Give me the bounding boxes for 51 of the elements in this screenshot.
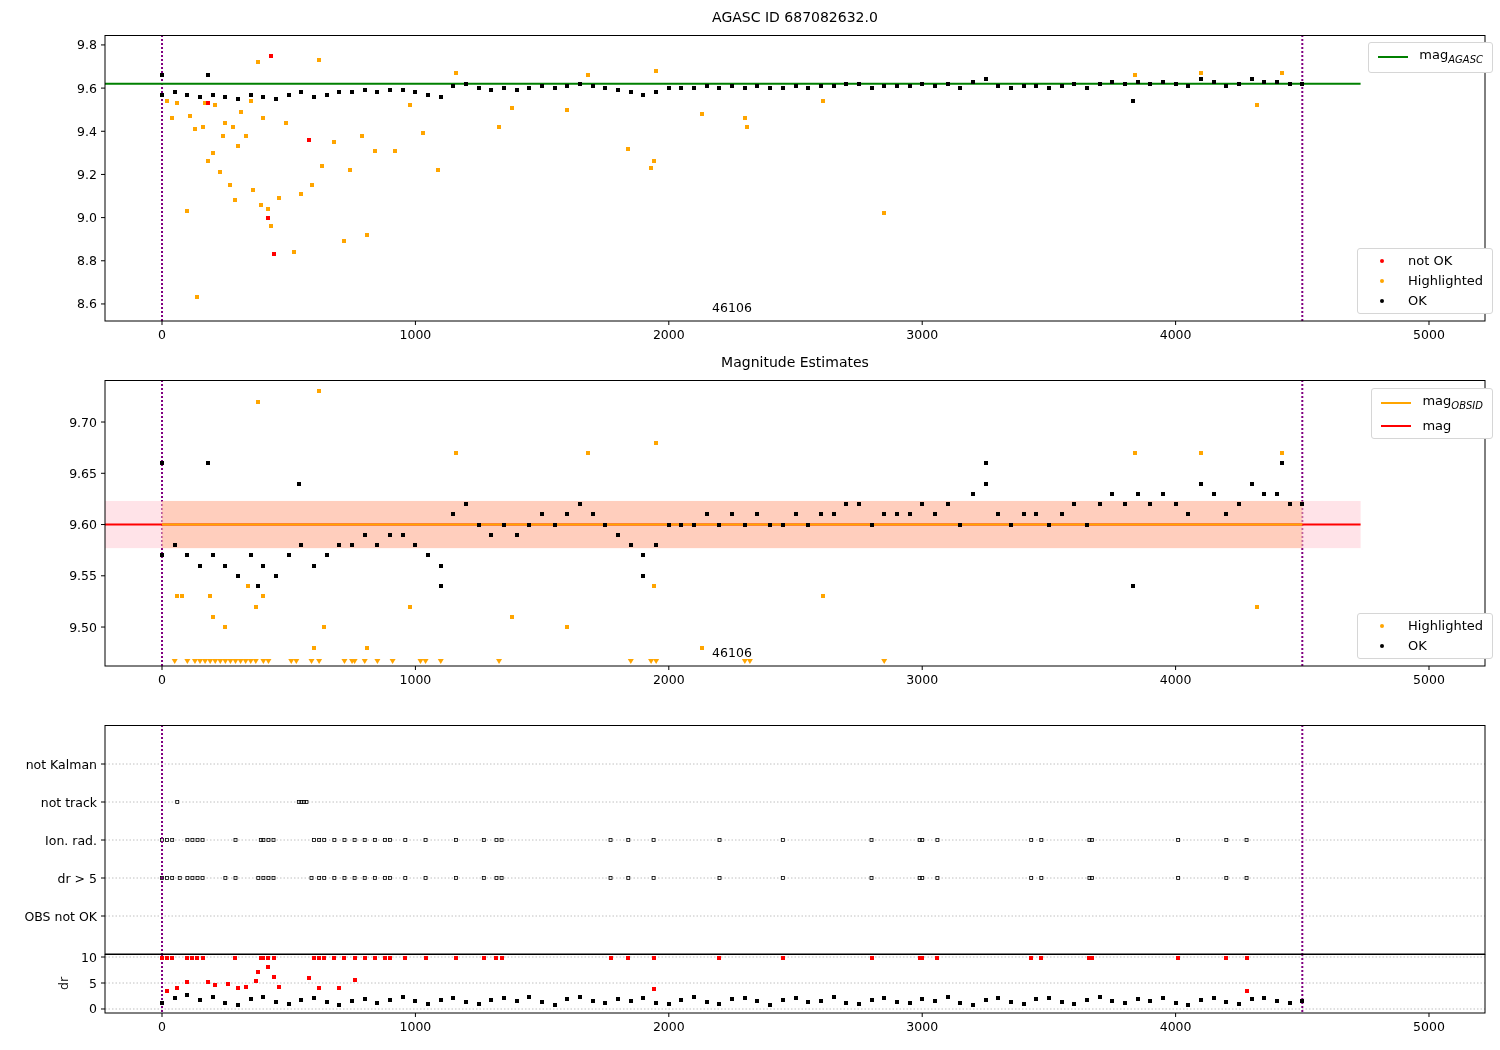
chart-title: AGASC ID 687082632.0: [712, 9, 878, 25]
tick-label: 9.8: [77, 37, 97, 53]
tick-label: 4000: [1159, 327, 1192, 342]
tick-label: 9.0: [77, 210, 97, 226]
tick-label: 9.65: [69, 465, 97, 481]
tick-label: 9.60: [69, 517, 97, 533]
tick-label: 9.4: [77, 123, 97, 139]
tick-label: 1000: [399, 327, 432, 342]
tick-label: 1000: [399, 1019, 432, 1034]
legend-label: not OK: [1408, 252, 1454, 270]
tick-label: 5: [89, 975, 97, 991]
annotation-label: 46106: [712, 300, 752, 315]
tick-label: 9.50: [69, 619, 97, 635]
tick-label: 0: [89, 1001, 97, 1017]
legend-label: mag$_{AGASC}$: [1419, 46, 1484, 67]
annotation-label: 46106: [712, 645, 752, 660]
legend-label: OK: [1408, 292, 1428, 310]
tick-label: 9.2: [77, 166, 97, 182]
row-label: Ion. rad.: [45, 832, 97, 848]
row-label: not Kalman: [25, 756, 97, 772]
tick-label: 0: [158, 1019, 166, 1034]
tick-label: 9.6: [77, 80, 97, 96]
tick-label: 5000: [1413, 672, 1445, 687]
legend-label: mag$_{OBSID}$: [1422, 392, 1484, 413]
tick-label: 5000: [1413, 1019, 1445, 1034]
tick-label: 1000: [399, 672, 432, 687]
tick-label: 2000: [652, 327, 685, 342]
tick-label: 2000: [652, 1019, 685, 1034]
tick-label: 9.55: [69, 568, 97, 584]
tick-label: 8.6: [77, 296, 97, 312]
legend-label: Highlighted: [1408, 617, 1484, 635]
tick-label: 0: [158, 327, 166, 342]
row-label: dr > 5: [57, 870, 97, 886]
tick-label: 4000: [1159, 1019, 1192, 1034]
tick-label: 3000: [906, 672, 939, 687]
tick-label: 0: [158, 672, 166, 687]
row-label: OBS not OK: [24, 908, 97, 924]
tick-label: 2000: [652, 672, 685, 687]
tick-label: 5000: [1413, 327, 1445, 342]
chart-title: Magnitude Estimates: [721, 354, 869, 370]
tick-label: 10: [81, 949, 97, 965]
tick-label: 3000: [906, 1019, 939, 1034]
row-label: not track: [40, 794, 97, 810]
tick-label: 4000: [1159, 672, 1192, 687]
axis-label: dr: [56, 976, 71, 991]
tick-label: 8.8: [77, 253, 97, 269]
tick-label: 9.70: [69, 414, 97, 430]
legend-label: OK: [1408, 637, 1428, 655]
legend-label: Highlighted: [1408, 272, 1484, 290]
tick-label: 3000: [906, 327, 939, 342]
legend-label: mag: [1422, 416, 1453, 435]
